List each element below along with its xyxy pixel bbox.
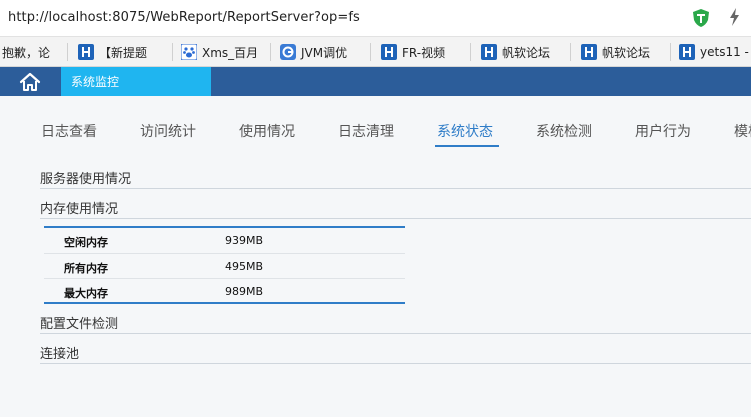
memory-label: 空闲内存: [64, 236, 108, 249]
tab-usage[interactable]: 使用情况: [239, 121, 295, 141]
fanruan-logo-icon: [481, 44, 497, 60]
shield-extension-icon[interactable]: [692, 8, 710, 28]
subtab-bar: 日志查看 访问统计 使用情况 日志清理 系统状态 系统检测 用户行为 模板: [0, 96, 751, 148]
table-row: 空闲内存 939MB: [44, 228, 405, 253]
memory-value: 939MB: [225, 234, 264, 247]
tab-label: 系统监控: [71, 75, 120, 89]
tab-access-stats[interactable]: 访问统计: [140, 121, 196, 141]
memory-label: 最大内存: [64, 287, 108, 300]
section-server-usage[interactable]: 服务器使用情况: [40, 165, 751, 189]
tab-user-behavior[interactable]: 用户行为: [635, 121, 691, 141]
bookmark-item[interactable]: JVM调优: [271, 37, 371, 67]
active-tab-indicator: [435, 145, 499, 147]
section-config-check[interactable]: 配置文件检测: [40, 310, 751, 334]
memory-value: 989MB: [225, 285, 264, 298]
fanruan-logo-icon: [581, 44, 597, 60]
memory-table: 空闲内存 939MB 所有内存 495MB 最大内存 989MB: [44, 226, 405, 304]
bookmark-item[interactable]: FR-视频: [371, 37, 471, 67]
memory-value: 495MB: [225, 260, 264, 273]
bookmark-label: Xms_百月: [202, 45, 259, 60]
section-title: 服务器使用情况: [40, 172, 132, 187]
address-bar[interactable]: http://localhost:8075/WebReport/ReportSe…: [0, 0, 751, 36]
bookmark-item[interactable]: 【新提题: [68, 37, 173, 67]
fanruan-logo-icon: [381, 44, 397, 60]
bookmark-label: JVM调优: [301, 45, 348, 60]
section-memory-usage[interactable]: 内存使用情况: [40, 195, 751, 219]
section-title: 配置文件检测: [40, 317, 119, 332]
table-row: 所有内存 495MB: [44, 253, 405, 278]
tab-log-view[interactable]: 日志查看: [41, 121, 97, 141]
top-navigation: 系统监控: [0, 67, 751, 96]
bookmark-label: 【新提题: [99, 45, 148, 60]
g-logo-icon: [280, 44, 296, 60]
bookmark-label: 帆软论坛: [602, 45, 651, 60]
bookmark-item[interactable]: Xms_百月: [173, 37, 271, 67]
bookmark-item[interactable]: yets11 -: [671, 37, 751, 67]
bookmark-label: 帆软论坛: [502, 45, 551, 60]
home-icon: [19, 72, 41, 91]
bookmark-item[interactable]: 帆软论坛: [571, 37, 671, 67]
table-row: 最大内存 989MB: [44, 278, 405, 303]
tab-system-check[interactable]: 系统检测: [536, 121, 592, 141]
url-text[interactable]: http://localhost:8075/WebReport/ReportSe…: [8, 10, 360, 25]
fanruan-logo-icon: [679, 44, 695, 60]
section-connection-pool[interactable]: 连接池: [40, 340, 751, 364]
tab-system-status[interactable]: 系统状态: [437, 121, 493, 141]
main-content: 日志查看 访问统计 使用情况 日志清理 系统状态 系统检测 用户行为 模板 服务…: [0, 96, 751, 417]
fanruan-logo-icon: [78, 44, 94, 60]
bookmark-item[interactable]: 抱歉，论: [0, 37, 68, 67]
tab-system-monitor[interactable]: 系统监控: [61, 67, 211, 96]
baidu-paw-icon: [181, 44, 197, 60]
bookmarks-bar: 抱歉，论 【新提题 Xms_百月 JVM调优 FR-视频 帆软论坛 帆软论坛 y…: [0, 36, 751, 67]
tab-log-cleanup[interactable]: 日志清理: [338, 121, 394, 141]
home-button[interactable]: [0, 67, 60, 96]
section-title: 连接池: [40, 347, 80, 362]
lightning-extension-icon[interactable]: [727, 7, 741, 27]
bookmark-item[interactable]: 帆软论坛: [471, 37, 571, 67]
memory-label: 所有内存: [64, 262, 108, 275]
section-title: 内存使用情况: [40, 202, 119, 217]
bookmark-label: FR-视频: [402, 45, 446, 60]
bookmark-label: yets11 -: [700, 45, 749, 59]
bookmark-label: 抱歉，论: [2, 45, 51, 60]
tab-template[interactable]: 模板: [734, 121, 751, 141]
